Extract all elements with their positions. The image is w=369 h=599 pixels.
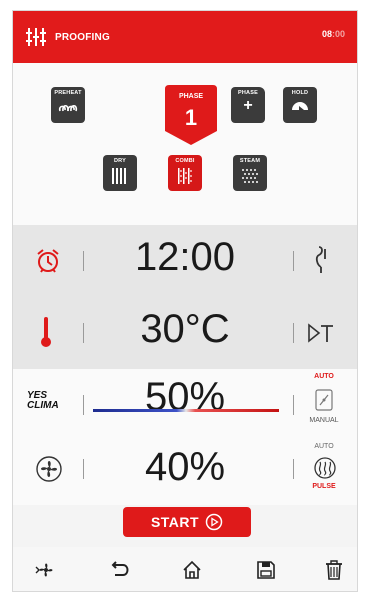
thermometer-icon	[41, 317, 51, 347]
back-icon[interactable]	[109, 559, 131, 581]
fan-auto-label[interactable]: AUTO	[309, 443, 339, 450]
dry-icon	[112, 168, 126, 184]
hold-label: HOLD	[291, 90, 309, 96]
humidity-gradient-bar	[93, 409, 279, 412]
separator	[83, 251, 84, 271]
combi-mode-button[interactable]: COMBI	[168, 155, 202, 191]
core-probe-icon[interactable]	[309, 245, 331, 275]
steam-icon	[242, 169, 258, 183]
hold-button[interactable]: HOLD	[283, 87, 317, 123]
separator	[83, 395, 84, 415]
humidity-manual-label[interactable]: MANUAL	[303, 417, 345, 424]
plus-icon: +	[243, 97, 253, 114]
separator	[293, 395, 294, 415]
separator	[293, 459, 294, 479]
steam-mode-button[interactable]: STEAM	[233, 155, 267, 191]
phase-1-button[interactable]: PHASE 1	[165, 85, 217, 145]
fan-pulse-icon[interactable]	[314, 457, 336, 479]
start-button[interactable]: START	[123, 507, 251, 537]
header-bar: PROOFING 08:00	[13, 11, 357, 63]
dry-mode-button[interactable]: DRY	[103, 155, 137, 191]
humidity-row[interactable]: YES CLIMA 50% AUTO MANUAL	[13, 369, 357, 441]
hold-icon	[292, 102, 308, 110]
humidity-auto-label[interactable]: AUTO	[309, 373, 339, 380]
fan-pulse-label[interactable]: PULSE	[307, 483, 341, 490]
proofing-icon	[26, 28, 46, 46]
fan-settings-icon[interactable]	[35, 559, 57, 581]
add-phase-label: PHASE	[238, 90, 258, 96]
separator	[83, 459, 84, 479]
clima-label: CLIMA	[27, 400, 59, 411]
clock-display: 08:00	[322, 29, 345, 39]
preheat-button[interactable]: PREHEAT	[51, 87, 85, 123]
fan-row[interactable]: 40% AUTO PULSE	[13, 433, 357, 505]
delete-icon[interactable]	[323, 559, 345, 581]
play-icon	[205, 513, 223, 531]
preheat-label: PREHEAT	[54, 90, 82, 96]
start-label: START	[150, 514, 200, 530]
separator	[83, 323, 84, 343]
steam-label: STEAM	[239, 158, 261, 164]
add-phase-button[interactable]: PHASE +	[231, 87, 265, 123]
combi-icon	[178, 168, 192, 184]
home-icon[interactable]	[181, 559, 203, 581]
phase-number: 1	[184, 105, 198, 130]
combi-label: COMBI	[175, 158, 195, 164]
preheat-icon	[58, 104, 78, 112]
phase-label: PHASE	[178, 93, 204, 100]
bottom-toolbar	[13, 547, 357, 591]
fan-icon	[36, 456, 62, 482]
time-row[interactable]: 12:00	[13, 225, 357, 297]
save-icon[interactable]	[255, 559, 277, 581]
program-title: PROOFING	[55, 31, 110, 43]
delta-t-icon[interactable]	[307, 323, 335, 343]
separator	[293, 251, 294, 271]
separator	[293, 323, 294, 343]
alarm-clock-icon	[37, 249, 59, 273]
dry-label: DRY	[113, 158, 126, 164]
clock-minutes: :00	[331, 29, 345, 39]
oven-control-screen: PROOFING 08:00 PREHEAT PHASE 1 PHASE + H…	[12, 10, 358, 592]
fan-value[interactable]: 40%	[85, 445, 285, 490]
humidity-manual-icon[interactable]	[315, 389, 333, 411]
clock-hours: 08	[321, 29, 332, 39]
time-value[interactable]: 12:00	[85, 235, 285, 280]
yes-clima-logo: YES CLIMA	[27, 391, 67, 411]
temperature-value[interactable]: 30°C	[85, 307, 285, 352]
humidity-value[interactable]: 50%	[85, 375, 285, 420]
temperature-row[interactable]: 30°C	[13, 297, 357, 369]
